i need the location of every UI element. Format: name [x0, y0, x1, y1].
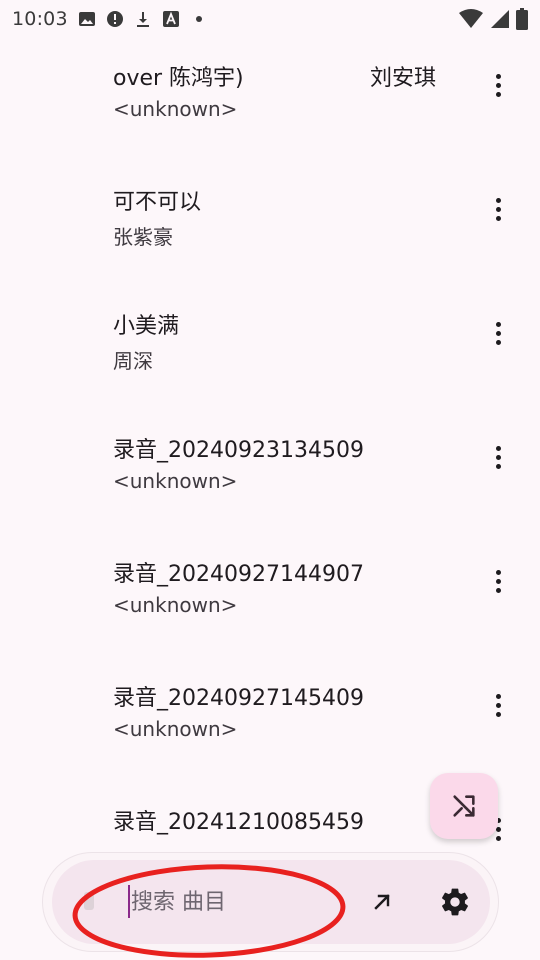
text-cursor [128, 885, 130, 918]
alert-icon [106, 11, 123, 27]
song-title: 录音_20240923134509 [113, 438, 364, 463]
status-bar: 10:03 [0, 0, 540, 38]
more-vert-icon [495, 445, 501, 451]
song-item[interactable]: over 陈鸿宇) 刘安琪 <unknown> [0, 60, 540, 184]
song-artist: <unknown> [113, 593, 238, 617]
song-artist: <unknown> [113, 469, 238, 493]
song-title: 小美满 [113, 314, 180, 339]
more-options-button[interactable] [484, 68, 512, 102]
battery-icon [516, 8, 528, 30]
translate-icon [162, 11, 179, 27]
search-input[interactable] [131, 884, 351, 920]
arrow-up-right-icon [374, 894, 390, 910]
dot-icon [195, 16, 202, 22]
song-title: 录音_20240927144907 [113, 562, 364, 587]
gear-icon [442, 888, 468, 916]
download-icon [136, 12, 149, 27]
more-vert-icon [495, 197, 501, 203]
more-vert-icon [495, 569, 501, 575]
song-artist: 周深 [113, 349, 153, 373]
more-options-button[interactable] [484, 688, 512, 722]
open-arrow-button[interactable] [366, 886, 398, 918]
song-title: 录音_20240927145409 [113, 686, 364, 711]
status-time: 10:03 [12, 8, 68, 30]
status-left: 10:03 [12, 8, 208, 30]
song-title: over 陈鸿宇) [113, 66, 244, 91]
more-vert-icon [495, 321, 501, 327]
image-icon [78, 12, 95, 26]
more-options-button[interactable] [484, 440, 512, 474]
shuffle-icon [453, 795, 475, 817]
song-item[interactable]: 小美满 周深 [0, 308, 540, 432]
more-vert-icon [495, 73, 501, 79]
signal-icon [491, 10, 509, 28]
shuffle-button[interactable] [430, 773, 498, 839]
song-title: 录音_20241210085459 [113, 810, 364, 835]
wifi-icon [459, 9, 483, 28]
song-artist: <unknown> [113, 97, 238, 121]
status-right [458, 8, 528, 30]
settings-button[interactable] [437, 884, 473, 920]
search-leading-icon [84, 892, 94, 910]
song-item[interactable]: 录音_20240927144907 <unknown> [0, 556, 540, 680]
song-title-extra: 刘安琪 [370, 66, 437, 91]
song-title: 可不可以 [113, 190, 202, 215]
more-vert-icon [495, 693, 501, 699]
more-options-button[interactable] [484, 192, 512, 226]
song-artist: <unknown> [113, 717, 238, 741]
more-options-button[interactable] [484, 564, 512, 598]
more-options-button[interactable] [484, 316, 512, 350]
song-item[interactable]: 可不可以 张紫豪 [0, 184, 540, 308]
song-artist: 张紫豪 [113, 225, 173, 249]
song-item[interactable]: 录音_20240923134509 <unknown> [0, 432, 540, 556]
